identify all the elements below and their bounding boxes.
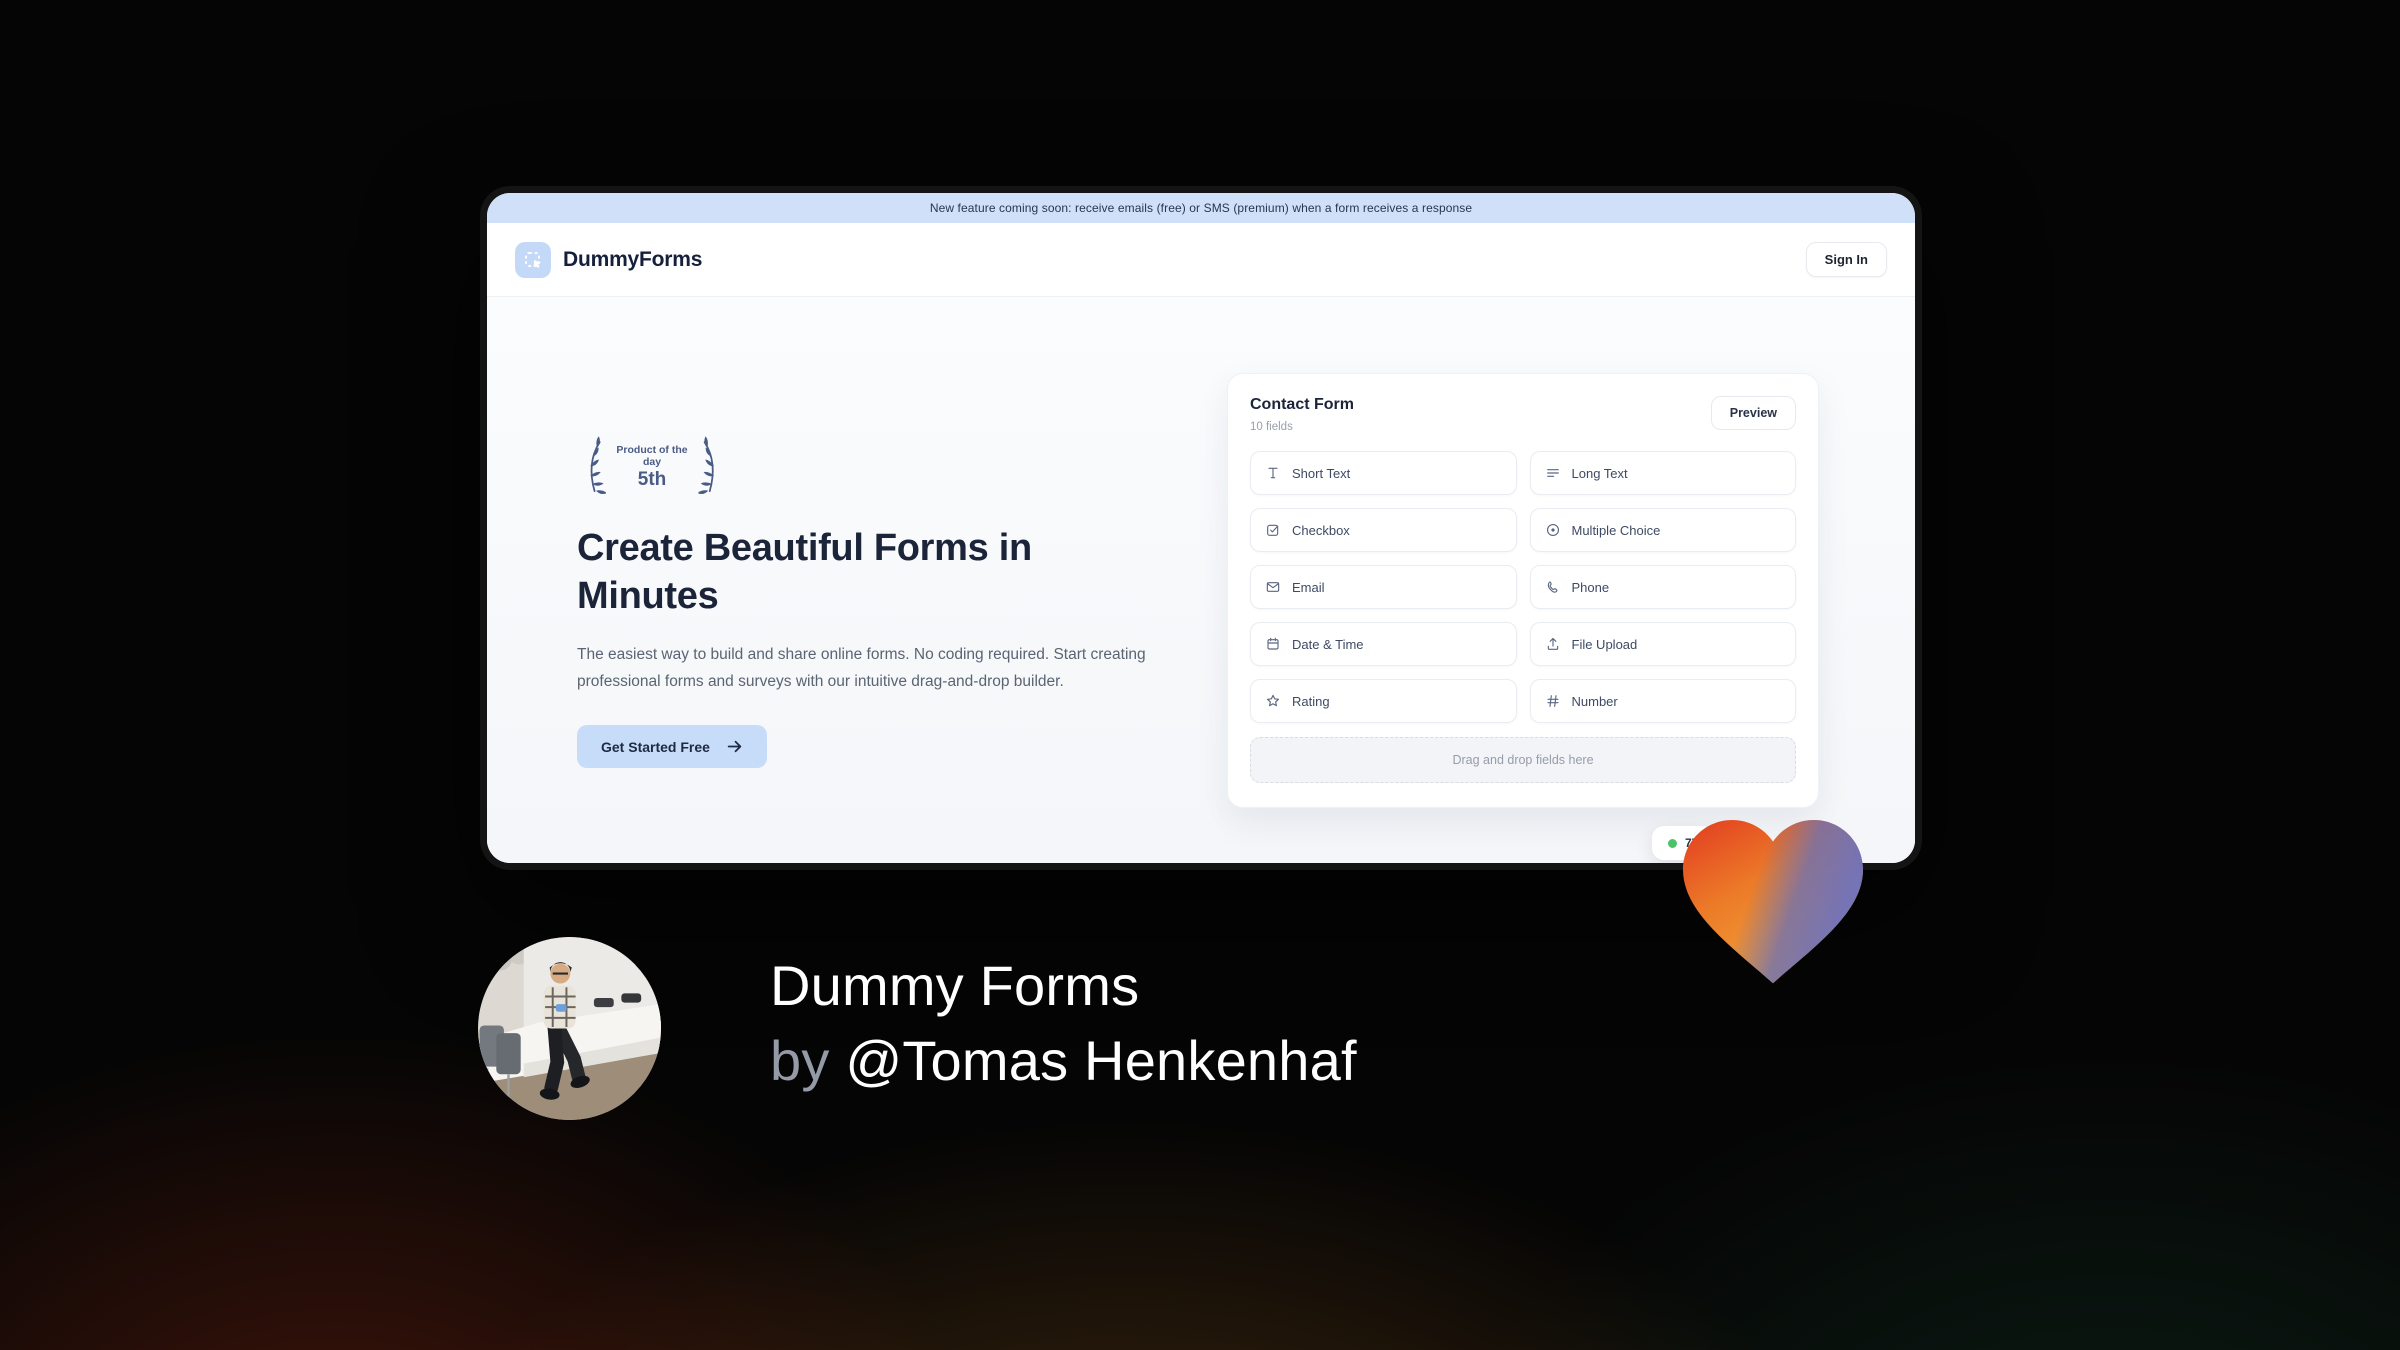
field-type-label: Long Text <box>1571 465 1628 481</box>
file-upload-icon <box>1545 636 1561 652</box>
field-type-label: Short Text <box>1292 465 1351 481</box>
field-type-label: Checkbox <box>1292 522 1350 538</box>
dropzone[interactable]: Drag and drop fields here <box>1250 737 1796 783</box>
app-window: New feature coming soon: receive emails … <box>480 186 1922 870</box>
form-field-count: 10 fields <box>1250 421 1293 433</box>
credits-product-name: Dummy Forms <box>770 954 1140 1017</box>
number-icon <box>1545 693 1561 709</box>
phone-icon <box>1545 579 1561 595</box>
date-time-icon <box>1265 636 1281 652</box>
hero-title: Create Beautiful Forms in Minutes <box>577 527 1032 617</box>
get-started-label: Get Started Free <box>601 738 710 755</box>
credits-byline-prefix: by <box>770 1029 846 1092</box>
field-type-label: Number <box>1571 693 1618 709</box>
form-title: Contact Form <box>1250 396 1354 413</box>
brand-name: DummyForms <box>563 247 703 271</box>
form-builder-card: Contact Form 10 fields Preview Short Tex… <box>1227 373 1819 860</box>
credits-author: @Tomas Henkenhaf <box>845 1029 1357 1092</box>
credits: Dummy Forms by @Tomas Henkenhaf <box>770 948 1357 1098</box>
heart-icon <box>1683 820 1863 984</box>
laurel-right-icon <box>697 436 714 494</box>
app-header: DummyForms Sign In <box>487 223 1915 297</box>
field-type-button[interactable]: Date & Time <box>1250 622 1517 666</box>
dummyforms-logo-icon <box>515 241 551 278</box>
field-type-button[interactable]: Rating <box>1250 679 1517 723</box>
brand[interactable]: DummyForms <box>515 241 703 278</box>
field-type-button[interactable]: Checkbox <box>1250 508 1517 552</box>
field-type-label: Date & Time <box>1292 636 1364 652</box>
multiple-choice-icon <box>1545 522 1561 538</box>
sign-in-button[interactable]: Sign In <box>1805 242 1887 277</box>
field-type-button[interactable]: Phone <box>1529 565 1796 609</box>
announcement-banner: New feature coming soon: receive emails … <box>487 193 1915 223</box>
field-type-button[interactable]: Email <box>1250 565 1517 609</box>
checkbox-icon <box>1265 522 1281 538</box>
hero-section: Product of the day 5th Create Beautiful … <box>577 435 1162 768</box>
field-type-label: Multiple Choice <box>1571 522 1661 538</box>
author-avatar <box>478 937 661 1120</box>
field-type-grid: Short Text Long Text Checkbox Multiple Choi… <box>1250 451 1796 723</box>
field-type-button[interactable]: Multiple Choice <box>1529 508 1796 552</box>
announcement-text: New feature coming soon: receive emails … <box>929 201 1473 215</box>
rating-icon <box>1265 693 1281 709</box>
field-type-label: Email <box>1292 579 1325 595</box>
product-of-the-day-badge: Product of the day 5th <box>577 435 727 499</box>
laurel-left-icon <box>590 436 607 494</box>
field-type-label: File Upload <box>1571 636 1638 652</box>
award-rank: 5th <box>637 468 667 490</box>
preview-button[interactable]: Preview <box>1710 396 1796 430</box>
get-started-button[interactable]: Get Started Free <box>577 725 767 768</box>
hero-description: The easiest way to build and share onlin… <box>577 645 1146 690</box>
online-dot-icon <box>1668 838 1677 848</box>
field-type-label: Phone <box>1571 579 1610 595</box>
email-icon <box>1265 579 1281 595</box>
field-type-button[interactable]: Long Text <box>1529 451 1796 495</box>
long-text-icon <box>1545 465 1561 481</box>
field-type-button[interactable]: Short Text <box>1250 451 1517 495</box>
award-label: Product of the day <box>616 443 688 468</box>
arrow-right-icon <box>727 740 742 753</box>
field-type-label: Rating <box>1292 693 1330 709</box>
dropzone-text: Drag and drop fields here <box>1452 753 1594 767</box>
short-text-icon <box>1265 465 1281 481</box>
promo-canvas: New feature coming soon: receive emails … <box>0 0 2400 1350</box>
field-type-button[interactable]: Number <box>1529 679 1796 723</box>
app-window-content: New feature coming soon: receive emails … <box>487 193 1915 863</box>
page-main: Product of the day 5th Create Beautiful … <box>487 297 1915 863</box>
field-type-button[interactable]: File Upload <box>1529 622 1796 666</box>
